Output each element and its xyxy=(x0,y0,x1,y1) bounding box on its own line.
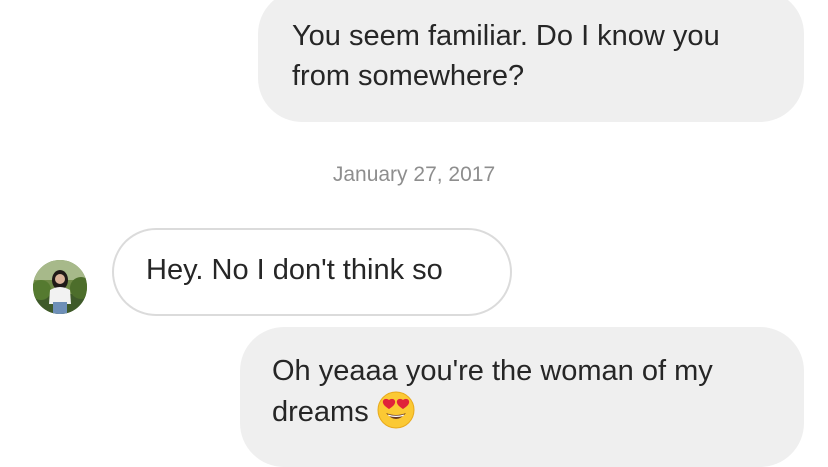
incoming-message-bubble[interactable]: Hey. No I don't think so xyxy=(112,228,512,316)
outgoing-message-bubble[interactable]: Oh yeaaa you're the woman of my dreams xyxy=(240,327,804,467)
sender-avatar[interactable] xyxy=(33,260,87,314)
outgoing-message-bubble[interactable]: You seem familiar. Do I know you from so… xyxy=(258,0,804,122)
message-text: Hey. No I don't think so xyxy=(146,254,443,286)
date-separator: January 27, 2017 xyxy=(332,163,496,186)
heart-eyes-emoji-icon xyxy=(377,391,415,429)
message-text: You seem familiar. Do I know you from so… xyxy=(292,20,720,92)
message-text: Oh yeaaa you're the woman of my dreams xyxy=(272,355,713,428)
